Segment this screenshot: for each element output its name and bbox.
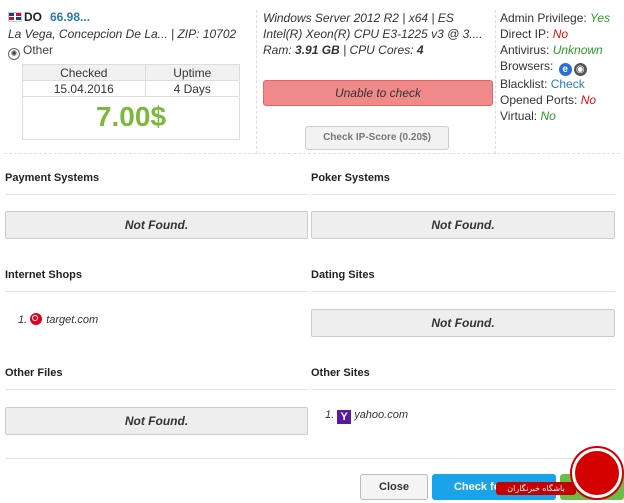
host-type-label: Other (23, 43, 54, 57)
location-line: La Vega, Concepcion De La... | ZIP: 1070… (8, 27, 237, 41)
browsers-label: Browsers: (500, 59, 554, 73)
other-sites-title: Other Sites (311, 367, 370, 379)
virtual-value: No (540, 109, 556, 123)
divider (311, 194, 615, 195)
uptime-header: Uptime (173, 66, 212, 80)
divider (5, 291, 308, 292)
ram-label: Ram: (263, 43, 292, 57)
stats-box: Checked Uptime 15.04.2016 4 Days 7.00$ (22, 64, 240, 140)
country-code: DO (24, 10, 42, 24)
uptime-value: 4 Days (173, 82, 211, 96)
ie-icon: e (558, 63, 572, 76)
divider (5, 389, 308, 390)
system-column: Windows Server 2012 R2 | x64 | ES Intel(… (256, 10, 496, 154)
zip: 10702 (202, 27, 237, 41)
ports-row: Opened Ports: No (500, 92, 620, 108)
blacklist-label: Blacklist: (500, 77, 548, 91)
internet-shops-title: Internet Shops (5, 269, 83, 281)
files-not-found: Not Found. (5, 407, 308, 435)
browsers-row: Browsers: e ◉ (500, 58, 620, 76)
poker-systems-title: Poker Systems (311, 172, 390, 184)
globe-icon: ✺ (8, 48, 20, 60)
direct-row: Direct IP: No (500, 26, 620, 42)
ram-line: Ram: 3.91 GB | CPU Cores: 4 (263, 42, 495, 58)
ports-label: Opened Ports: (500, 93, 578, 107)
antivirus-row: Antivirus: Unknown (500, 42, 620, 58)
other-files-title: Other Files (5, 367, 63, 379)
cores-label: | CPU Cores: (343, 43, 414, 57)
zip-label: ZIP: (177, 27, 200, 41)
checked-header: Checked (23, 65, 146, 80)
antivirus-value: Unknown (552, 43, 603, 57)
divider (5, 194, 308, 195)
dating-not-found: Not Found. (311, 309, 615, 337)
chrome-icon: ◉ (573, 63, 587, 76)
direct-value: No (552, 27, 569, 41)
dating-sites-title: Dating Sites (311, 269, 375, 281)
direct-label: Direct IP: (500, 27, 550, 41)
cores-value: 4 (416, 43, 424, 57)
price: 7.00$ (95, 101, 167, 132)
site-name: yahoo.com (354, 409, 408, 421)
server-info-card: DO 66.98... La Vega, Concepcion De La... … (4, 6, 620, 154)
ip-address[interactable]: 66.98... (50, 10, 90, 24)
divider (311, 389, 615, 390)
host-column: DO 66.98... La Vega, Concepcion De La... … (8, 10, 248, 60)
list-item[interactable]: 1. Yyahoo.com (325, 409, 408, 424)
watermark-text: باشگاه خبرنگاران (496, 482, 576, 495)
flag-icon (8, 12, 22, 22)
ram-value: 3.91 GB (295, 43, 340, 57)
ports-value: No (580, 93, 597, 107)
admin-label: Admin Privilege: (500, 11, 587, 25)
target-logo-icon (30, 313, 43, 325)
unable-to-check-button[interactable]: Unable to check (263, 80, 493, 106)
location: La Vega, Concepcion De La... (8, 27, 168, 41)
blacklist-row: Blacklist: Check (500, 76, 620, 92)
yahoo-logo-icon: Y (337, 410, 352, 424)
divider (311, 291, 615, 292)
watermark: باشگاه خبرنگاران (488, 446, 624, 503)
host-type: ✺ Other (8, 43, 248, 60)
list-item[interactable]: 1. target.com (18, 313, 98, 326)
list-item-number: 1. (18, 314, 28, 326)
shop-name: target.com (46, 314, 99, 326)
poker-not-found: Not Found. (311, 211, 615, 239)
checked-value: 15.04.2016 (23, 81, 146, 96)
properties-column: Admin Privilege: Yes Direct IP: No Antiv… (496, 10, 620, 124)
admin-value: Yes (590, 11, 611, 25)
payment-systems-title: Payment Systems (5, 172, 100, 184)
antivirus-label: Antivirus: (500, 43, 550, 57)
admin-row: Admin Privilege: Yes (500, 10, 620, 26)
virtual-row: Virtual: No (500, 108, 620, 124)
virtual-label: Virtual: (500, 109, 538, 123)
os-info: Windows Server 2012 R2 | x64 | ES (263, 11, 454, 25)
watermark-logo-icon (572, 448, 622, 498)
payment-not-found: Not Found. (5, 211, 308, 239)
list-item-number: 1. (325, 409, 335, 421)
close-button[interactable]: Close (360, 474, 428, 500)
check-ip-score-button[interactable]: Check IP-Score (0.20$) (305, 126, 449, 150)
cpu-info: Intel(R) Xeon(R) CPU E3-1225 v3 @ 3.... (263, 27, 483, 41)
blacklist-check-link[interactable]: Check (551, 77, 585, 91)
